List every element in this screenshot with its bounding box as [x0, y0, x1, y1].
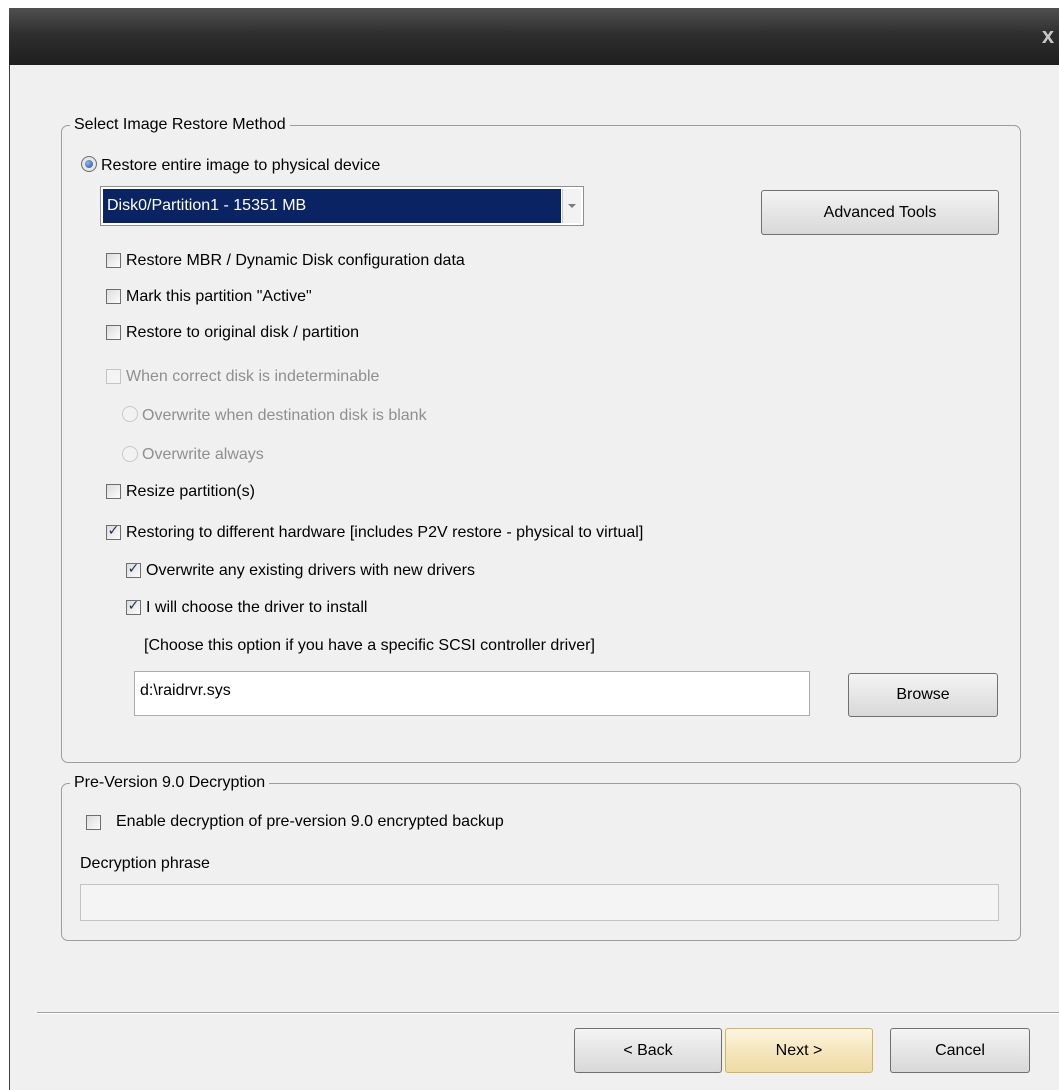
- restore-mbr-label: Restore MBR / Dynamic Disk configuration…: [126, 252, 465, 269]
- footer-separator: [37, 1012, 1059, 1014]
- device-select-value: Disk0/Partition1 - 15351 MB: [103, 189, 561, 223]
- different-hardware-label: Restoring to different hardware [include…: [126, 524, 644, 541]
- restore-entire-label: Restore entire image to physical device: [101, 157, 381, 174]
- when-indeterminable-label: When correct disk is indeterminable: [126, 368, 380, 385]
- enable-decryption-label: Enable decryption of pre-version 9.0 enc…: [116, 813, 504, 830]
- decryption-phrase-label: Decryption phrase: [80, 855, 210, 872]
- back-button[interactable]: < Back: [574, 1028, 722, 1073]
- resize-partitions-checkbox[interactable]: [106, 484, 121, 499]
- resize-partitions-label: Resize partition(s): [126, 483, 255, 500]
- driver-path-input[interactable]: d:\raidrvr.sys: [134, 671, 810, 716]
- restore-mbr-checkbox[interactable]: [106, 253, 121, 268]
- advanced-tools-button[interactable]: Advanced Tools: [761, 190, 999, 235]
- when-indeterminable-checkbox[interactable]: [106, 369, 121, 384]
- overwrite-always-radio[interactable]: [122, 446, 138, 462]
- restore-original-label: Restore to original disk / partition: [126, 324, 359, 341]
- next-button[interactable]: Next >: [725, 1028, 873, 1073]
- overwrite-drivers-label: Overwrite any existing drivers with new …: [146, 562, 475, 579]
- choose-driver-label: I will choose the driver to install: [146, 599, 368, 616]
- choose-driver-hint: [Choose this option if you have a specif…: [144, 637, 595, 654]
- enable-decryption-checkbox[interactable]: [86, 815, 101, 830]
- restore-original-checkbox[interactable]: [106, 325, 121, 340]
- choose-driver-checkbox[interactable]: [126, 598, 141, 615]
- overwrite-blank-radio[interactable]: [122, 406, 138, 422]
- device-select[interactable]: Disk0/Partition1 - 15351 MB: [100, 186, 584, 226]
- mark-active-label: Mark this partition "Active": [126, 288, 312, 305]
- decryption-phrase-input[interactable]: [80, 884, 999, 921]
- cancel-button[interactable]: Cancel: [890, 1028, 1030, 1073]
- title-bar: x: [9, 8, 1059, 65]
- browse-button[interactable]: Browse: [848, 673, 998, 717]
- mark-active-checkbox[interactable]: [106, 289, 121, 304]
- chevron-down-icon[interactable]: [562, 189, 581, 223]
- restore-entire-radio[interactable]: [81, 156, 97, 172]
- overwrite-drivers-checkbox[interactable]: [126, 561, 141, 578]
- overwrite-always-label: Overwrite always: [142, 446, 264, 463]
- decryption-legend: Pre-Version 9.0 Decryption: [70, 773, 270, 793]
- restore-method-legend: Select Image Restore Method: [70, 115, 290, 135]
- different-hardware-checkbox[interactable]: [106, 523, 121, 540]
- overwrite-blank-label: Overwrite when destination disk is blank: [142, 407, 427, 424]
- close-icon[interactable]: x: [1037, 22, 1059, 50]
